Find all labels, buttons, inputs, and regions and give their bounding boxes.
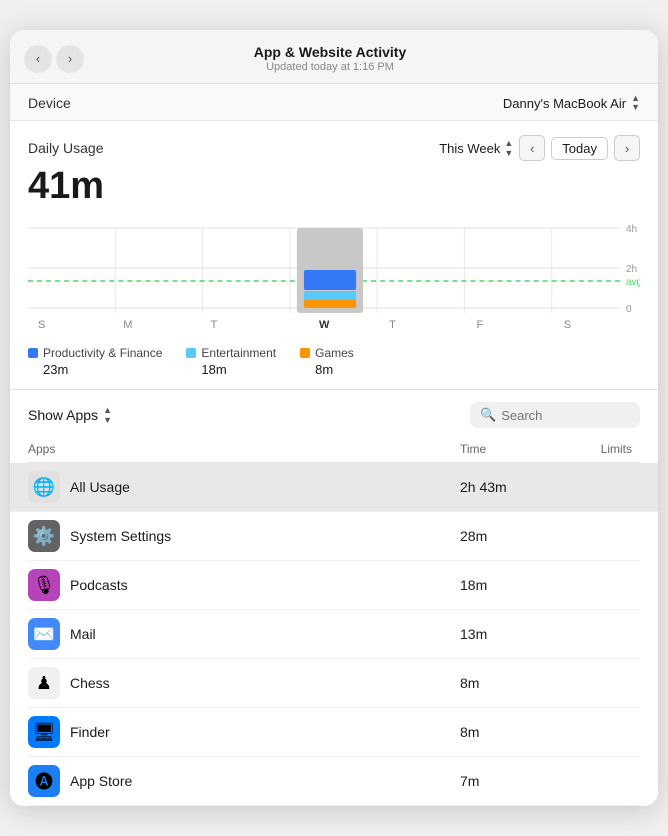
app-cell: 🖥 Finder (28, 716, 460, 748)
table-row[interactable]: 🅐 App Store 7m (28, 757, 640, 806)
app-icon: ✉️ (28, 618, 60, 650)
legend-label-entertainment: Entertainment (201, 346, 276, 360)
usage-time: 41m (28, 165, 640, 208)
search-icon: 🔍 (480, 407, 496, 423)
usage-section: Daily Usage This Week ▲ ▼ ‹ Today › 41m (10, 121, 658, 389)
app-cell: 🌐 All Usage (28, 471, 460, 503)
device-picker[interactable]: Danny's MacBook Air ▲ ▼ (503, 94, 640, 112)
legend-dot-games (300, 348, 310, 358)
app-cell: 🅐 App Store (28, 765, 460, 797)
svg-text:2h: 2h (626, 264, 637, 275)
col-limits: Limits (560, 442, 640, 456)
app-icon: ⚙️ (28, 520, 60, 552)
legend-item-entertainment: Entertainment 18m (186, 346, 276, 377)
app-icon: 🌐 (28, 471, 60, 503)
period-arrows-icon: ▲ ▼ (504, 138, 513, 158)
table-row[interactable]: ♟ Chess 8m (28, 659, 640, 708)
titlebar: ‹ › App & Website Activity Updated today… (10, 30, 658, 84)
usage-controls: This Week ▲ ▼ ‹ Today › (439, 135, 640, 161)
table-row[interactable]: 🖥 Finder 8m (28, 708, 640, 757)
page-subtitle: Updated today at 1:16 PM (94, 61, 566, 73)
app-time: 8m (460, 675, 560, 691)
chart-legend: Productivity & Finance 23m Entertainment… (28, 346, 640, 377)
legend-item-productivity: Productivity & Finance 23m (28, 346, 162, 377)
col-time: Time (460, 442, 560, 456)
legend-label-games: Games (315, 346, 354, 360)
back-button[interactable]: ‹ (24, 45, 52, 73)
page-title: App & Website Activity (94, 44, 566, 60)
app-cell: 🎙 Podcasts (28, 569, 460, 601)
legend-time-entertainment: 18m (201, 362, 276, 377)
legend-item-games: Games 8m (300, 346, 354, 377)
prev-period-button[interactable]: ‹ (519, 135, 545, 161)
app-time: 18m (460, 577, 560, 593)
app-name: System Settings (70, 528, 171, 544)
chart-container: 4h 2h 0 avg S M T W T F S (28, 218, 640, 338)
device-row: Device Danny's MacBook Air ▲ ▼ (10, 84, 658, 121)
table-header: Apps Time Limits (28, 438, 640, 463)
forward-button[interactable]: › (56, 45, 84, 73)
table-row[interactable]: 🌐 All Usage 2h 43m (10, 463, 658, 512)
svg-text:0: 0 (626, 304, 632, 315)
svg-text:S: S (564, 319, 571, 331)
search-bar[interactable]: 🔍 (470, 402, 640, 428)
today-button[interactable]: Today (551, 137, 608, 160)
titlebar-info: App & Website Activity Updated today at … (94, 44, 566, 73)
period-label: This Week (439, 141, 500, 156)
app-icon: 🅐 (28, 765, 60, 797)
legend-dot-entertainment (186, 348, 196, 358)
col-apps: Apps (28, 442, 460, 456)
app-name: Mail (70, 626, 96, 642)
app-time: 2h 43m (460, 479, 560, 495)
app-cell: ✉️ Mail (28, 618, 460, 650)
svg-text:M: M (123, 319, 132, 331)
apps-section: Show Apps ▲ ▼ 🔍 Apps Time Limits 🌐 All (10, 390, 658, 806)
device-label: Device (28, 95, 71, 111)
app-time: 7m (460, 773, 560, 789)
app-name: Finder (70, 724, 110, 740)
app-name: Chess (70, 675, 110, 691)
legend-label-productivity: Productivity & Finance (43, 346, 162, 360)
app-icon: ♟ (28, 667, 60, 699)
legend-time-games: 8m (315, 362, 354, 377)
search-input[interactable] (501, 408, 658, 423)
svg-text:F: F (476, 319, 483, 331)
svg-text:T: T (389, 319, 396, 331)
show-apps-arrows-icon: ▲ ▼ (103, 405, 112, 425)
next-period-button[interactable]: › (614, 135, 640, 161)
app-cell: ♟ Chess (28, 667, 460, 699)
svg-text:avg: avg (626, 277, 640, 288)
table-row[interactable]: ⚙️ System Settings 28m (28, 512, 640, 561)
svg-text:T: T (211, 319, 218, 331)
device-name: Danny's MacBook Air (503, 96, 626, 111)
table-row[interactable]: 🎙 Podcasts 18m (28, 561, 640, 610)
period-selector[interactable]: This Week ▲ ▼ (439, 138, 513, 158)
legend-time-productivity: 23m (43, 362, 162, 377)
table-row[interactable]: ✉️ Mail 13m (28, 610, 640, 659)
app-icon: 🖥 (28, 716, 60, 748)
titlebar-nav: ‹ › (24, 45, 84, 73)
show-apps-button[interactable]: Show Apps ▲ ▼ (28, 405, 112, 425)
svg-text:4h: 4h (626, 224, 637, 235)
apps-header: Show Apps ▲ ▼ 🔍 (28, 402, 640, 428)
usage-chart: 4h 2h 0 avg S M T W T F S (28, 218, 640, 338)
app-name: All Usage (70, 479, 130, 495)
app-name: App Store (70, 773, 132, 789)
show-apps-label: Show Apps (28, 407, 98, 423)
picker-arrows-icon: ▲ ▼ (631, 94, 640, 112)
svg-text:W: W (319, 319, 330, 331)
app-list: 🌐 All Usage 2h 43m ⚙️ System Settings 28… (28, 463, 640, 806)
app-cell: ⚙️ System Settings (28, 520, 460, 552)
svg-text:S: S (38, 319, 45, 331)
app-time: 28m (460, 528, 560, 544)
app-icon: 🎙 (28, 569, 60, 601)
app-time: 8m (460, 724, 560, 740)
usage-title: Daily Usage (28, 140, 103, 156)
app-name: Podcasts (70, 577, 128, 593)
app-time: 13m (460, 626, 560, 642)
legend-dot-productivity (28, 348, 38, 358)
main-window: ‹ › App & Website Activity Updated today… (10, 30, 658, 806)
usage-header: Daily Usage This Week ▲ ▼ ‹ Today › (28, 135, 640, 161)
